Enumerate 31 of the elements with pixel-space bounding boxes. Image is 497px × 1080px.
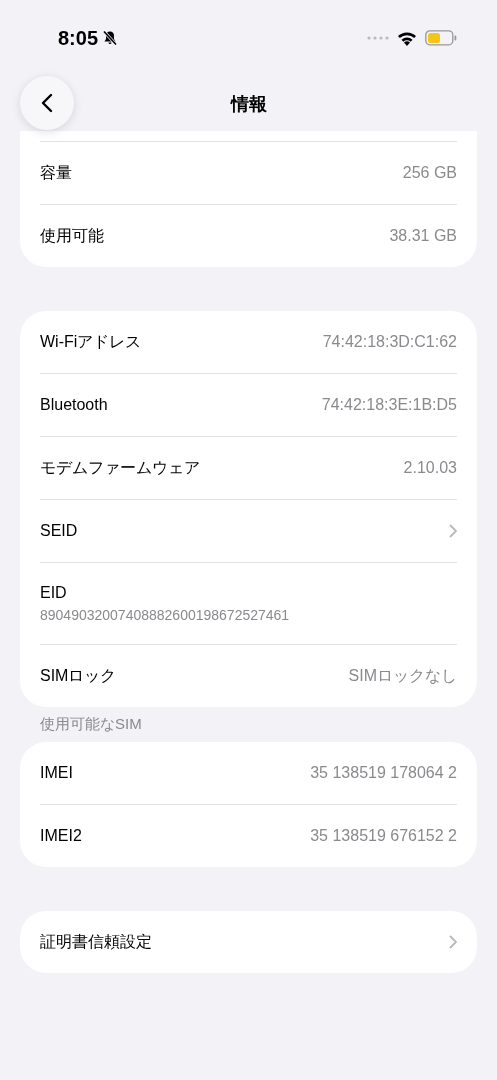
row-label: IMEI bbox=[40, 764, 73, 782]
row-label: モデムファームウェア bbox=[40, 457, 200, 478]
muted-bell-icon bbox=[102, 30, 119, 46]
row-value: 38.31 GB bbox=[389, 227, 457, 245]
wifi-icon bbox=[397, 30, 417, 46]
row-value: SIMロックなし bbox=[348, 665, 457, 686]
row-label: SIMロック bbox=[40, 665, 117, 686]
status-time: 8:05 bbox=[58, 26, 99, 50]
list-item[interactable]: SEID bbox=[40, 499, 457, 562]
row-label: 容量 bbox=[40, 162, 72, 183]
back-icon bbox=[41, 93, 53, 113]
row-label: IMEI2 bbox=[40, 827, 82, 845]
row-value: 89049032007408882600198672527461 bbox=[40, 607, 290, 623]
row-label: Wi-Fiアドレス bbox=[40, 331, 142, 352]
row-value: 2.10.03 bbox=[403, 459, 457, 477]
row-label: 使用可能 bbox=[40, 225, 104, 246]
row-value: 256 GB bbox=[402, 164, 457, 182]
back-button[interactable] bbox=[20, 76, 74, 130]
row-value: 74:42:18:3D:C1:62 bbox=[322, 333, 457, 351]
row-label: Bluetooth bbox=[40, 396, 108, 414]
list-item[interactable]: 証明書信頼設定 bbox=[40, 911, 457, 973]
chevron-icon bbox=[449, 935, 457, 949]
page-title: 情報 bbox=[230, 92, 267, 116]
row-value: 74:42:18:3E:1B:D5 bbox=[321, 396, 457, 414]
battery-icon bbox=[425, 30, 457, 46]
row-label: EID bbox=[40, 584, 67, 602]
row-value: 35 138519 178064 2 bbox=[310, 764, 457, 782]
signal-icon bbox=[367, 36, 389, 40]
chevron-icon bbox=[449, 524, 457, 538]
row-value: 35 138519 676152 2 bbox=[310, 827, 457, 845]
section-header: 使用可能なSIM bbox=[39, 714, 143, 734]
